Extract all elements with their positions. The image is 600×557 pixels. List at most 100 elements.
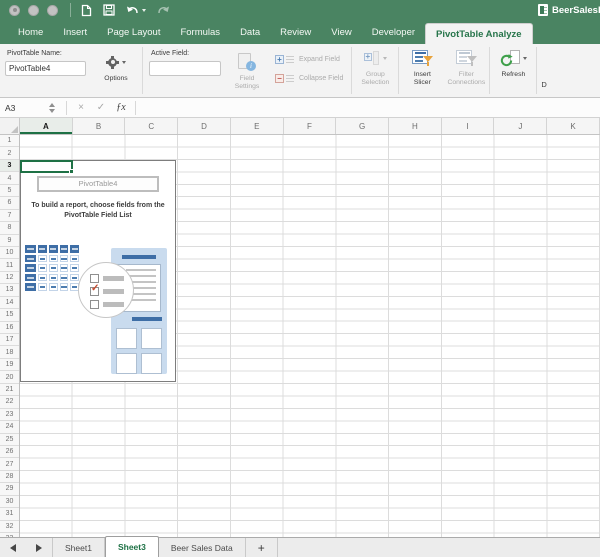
ribbon-tab-home[interactable]: Home — [8, 20, 53, 44]
expand-field-button[interactable]: + Expand Field — [275, 53, 343, 66]
row-header-5[interactable]: 5 — [0, 185, 19, 198]
row-header-7[interactable]: 7 — [0, 210, 19, 223]
new-workbook-button[interactable] — [81, 4, 92, 17]
row-header-3[interactable]: 3 — [0, 159, 19, 173]
row-header-9[interactable]: 9 — [0, 235, 19, 247]
redo-button[interactable] — [157, 5, 170, 16]
expand-field-label: Expand Field — [299, 56, 340, 63]
ribbon-tab-page-layout[interactable]: Page Layout — [97, 20, 170, 44]
row-header-32[interactable]: 32 — [0, 521, 19, 533]
close-window-button[interactable] — [9, 4, 20, 16]
sheet-tab-sheet3[interactable]: Sheet3 — [104, 536, 159, 557]
select-all-button[interactable] — [0, 118, 20, 134]
row-header-14[interactable]: 14 — [0, 297, 19, 310]
row-header-22[interactable]: 22 — [0, 396, 19, 409]
row-header-25[interactable]: 25 — [0, 434, 19, 446]
column-header-h[interactable]: H — [389, 118, 442, 134]
field-settings-button[interactable]: i Field Settings — [225, 48, 269, 91]
ribbon-divider — [489, 47, 491, 94]
ribbon-tab-developer[interactable]: Developer — [362, 20, 425, 44]
row-header-12[interactable]: 12 — [0, 272, 19, 285]
insert-slicer-button[interactable]: Insert Slicer — [400, 44, 444, 97]
column-header-f[interactable]: F — [284, 118, 337, 134]
row-header-1[interactable]: 1 — [0, 135, 19, 148]
active-field-input[interactable] — [149, 61, 221, 76]
zoom-window-button[interactable] — [47, 4, 58, 16]
sheet-tab-sheet1[interactable]: Sheet1 — [52, 538, 105, 557]
cancel-icon[interactable]: × — [71, 102, 91, 113]
row-header-29[interactable]: 29 — [0, 483, 19, 496]
add-sheet-button[interactable]: + — [246, 538, 278, 557]
ribbon-tab-formulas[interactable]: Formulas — [170, 20, 230, 44]
refresh-button[interactable]: Refresh — [491, 44, 535, 97]
row-header-6[interactable]: 6 — [0, 197, 19, 210]
row-header-8[interactable]: 8 — [0, 222, 19, 235]
ribbon-tab-review[interactable]: Review — [270, 20, 321, 44]
row-header-24[interactable]: 24 — [0, 421, 19, 434]
column-header-g[interactable]: G — [336, 118, 390, 134]
row-header-4[interactable]: 4 — [0, 172, 19, 185]
cells-area[interactable]: PivotTable4 To build a report, choose fi… — [20, 135, 600, 537]
options-button[interactable]: Options — [94, 48, 138, 83]
ribbon-tab-view[interactable]: View — [321, 20, 361, 44]
fill-handle[interactable] — [68, 168, 74, 174]
sheet-tab-beer-sales-data[interactable]: Beer Sales Data — [159, 538, 246, 557]
column-header-a[interactable]: A — [20, 118, 73, 134]
save-button[interactable] — [103, 4, 115, 16]
row-header-27[interactable]: 27 — [0, 458, 19, 471]
formula-input[interactable] — [140, 98, 600, 117]
ribbon-tab-data[interactable]: Data — [230, 20, 270, 44]
filter-connections-button[interactable]: Filter Connections — [444, 44, 488, 97]
row-header-2[interactable]: 2 — [0, 147, 19, 160]
row-header-15[interactable]: 15 — [0, 309, 19, 322]
row-header-13[interactable]: 13 — [0, 284, 19, 297]
enter-icon[interactable]: ✓ — [91, 102, 111, 113]
column-header-d[interactable]: D — [178, 118, 231, 134]
row-header-28[interactable]: 28 — [0, 471, 19, 484]
row-header-17[interactable]: 17 — [0, 334, 19, 347]
column-header-e[interactable]: E — [231, 118, 284, 134]
filter-connections-icon — [455, 49, 477, 67]
row-header-11[interactable]: 11 — [0, 259, 19, 272]
ribbon-tab-pivottable-analyze[interactable]: PivotTable Analyze — [425, 23, 533, 44]
row-header-19[interactable]: 19 — [0, 359, 19, 372]
collapse-field-button[interactable]: − Collapse Field — [275, 72, 343, 85]
row-header-18[interactable]: 18 — [0, 346, 19, 359]
undo-caret-icon[interactable] — [142, 8, 146, 12]
selected-cell[interactable] — [20, 159, 74, 174]
column-header-c[interactable]: C — [125, 118, 179, 134]
column-header-j[interactable]: J — [494, 118, 548, 134]
refresh-caret-icon[interactable] — [522, 56, 527, 60]
minimize-window-button[interactable] — [28, 4, 39, 16]
group-selection-button[interactable]: + Group Selection — [353, 44, 397, 97]
row-header-10[interactable]: 10 — [0, 247, 19, 260]
row-header-16[interactable]: 16 — [0, 322, 19, 334]
row-header-30[interactable]: 30 — [0, 496, 19, 509]
column-header-b[interactable]: B — [73, 118, 126, 134]
column-header-k[interactable]: K — [547, 118, 600, 134]
name-box[interactable]: A3 — [0, 103, 46, 113]
undo-button[interactable] — [126, 5, 146, 16]
filter-connections-label: Filter Connections — [447, 71, 486, 86]
column-headers: ABCDEFGHIJK — [0, 118, 600, 135]
insert-function-icon[interactable]: ƒx — [111, 102, 131, 113]
stepper-down-icon[interactable] — [49, 108, 55, 113]
field-settings-icon: i — [238, 53, 256, 71]
row-header-21[interactable]: 21 — [0, 384, 19, 397]
stepper-up-icon[interactable] — [49, 102, 55, 107]
prev-sheet-button[interactable] — [0, 538, 26, 557]
options-caret-icon[interactable] — [122, 60, 126, 64]
ribbon-tab-insert[interactable]: Insert — [53, 20, 97, 44]
name-box-stepper[interactable] — [46, 102, 58, 113]
clipped-ribbon-button[interactable]: D — [538, 44, 548, 97]
row-header-26[interactable]: 26 — [0, 446, 19, 459]
pivot-name-input[interactable] — [5, 61, 86, 76]
column-header-i[interactable]: I — [442, 118, 495, 134]
group-selection-caret-icon[interactable] — [382, 56, 387, 60]
row-header-20[interactable]: 20 — [0, 371, 19, 384]
titlebar-divider — [70, 3, 71, 17]
next-sheet-button[interactable] — [26, 538, 52, 557]
row-header-31[interactable]: 31 — [0, 508, 19, 521]
field-list-title-bar — [122, 254, 156, 259]
row-header-23[interactable]: 23 — [0, 409, 19, 422]
